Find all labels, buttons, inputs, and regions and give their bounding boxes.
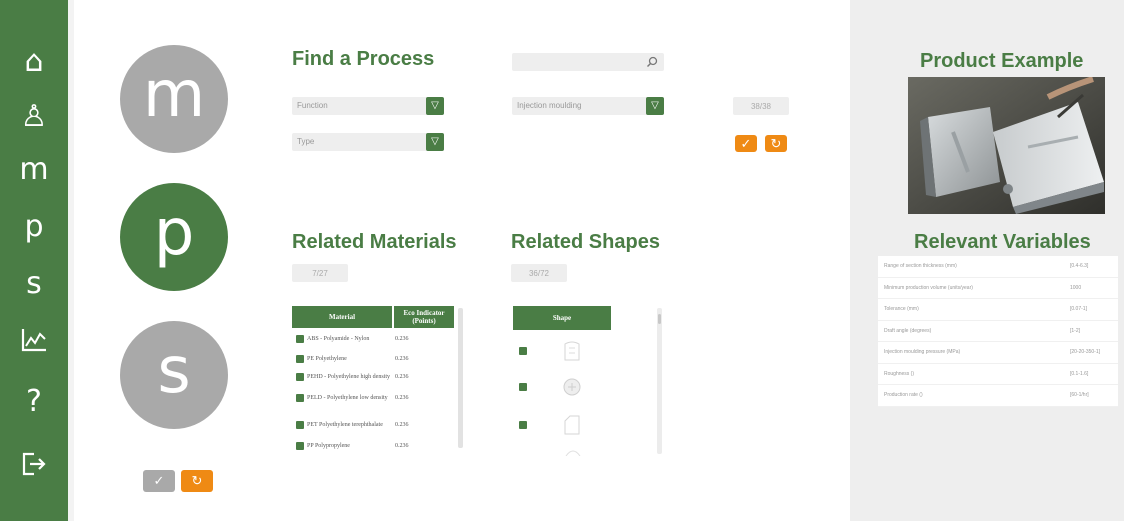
confirm-button[interactable]: ✓ bbox=[735, 135, 757, 152]
type-select-value: Type bbox=[297, 137, 315, 146]
process-select[interactable]: Injection moulding ▽ bbox=[512, 97, 664, 115]
sidebar-item-processes[interactable]: p bbox=[0, 205, 68, 249]
table-row: Injection moulding pressure (MPa) [20-20-… bbox=[878, 342, 1118, 364]
table-row: Range of section thickness (mm) [0.4-6.3] bbox=[878, 256, 1118, 278]
shapes-table: Shape bbox=[511, 306, 671, 458]
product-example-title: Product Example bbox=[920, 50, 1084, 72]
sidebar-edge bbox=[68, 0, 74, 521]
search-icon bbox=[647, 56, 658, 67]
table-row[interactable] bbox=[519, 338, 609, 364]
table-row[interactable] bbox=[519, 374, 609, 400]
related-shapes-title: Related Shapes bbox=[511, 231, 660, 253]
table-row: Minimum production volume (units/year) 10… bbox=[878, 278, 1118, 299]
function-select-value: Function bbox=[297, 101, 328, 110]
checkbox[interactable] bbox=[296, 421, 304, 429]
result-count: 38/38 bbox=[733, 97, 789, 115]
reset-filters-button[interactable]: ↻ bbox=[765, 135, 787, 152]
shapes-count: 36/72 bbox=[511, 264, 567, 282]
table-row bbox=[519, 446, 609, 456]
home-icon[interactable]: ⌂ bbox=[0, 40, 68, 84]
help-icon[interactable]: ? bbox=[0, 380, 68, 424]
materials-scrollbar[interactable] bbox=[458, 308, 463, 448]
find-process-title: Find a Process bbox=[292, 48, 435, 70]
chart-icon[interactable] bbox=[0, 318, 68, 362]
checkbox[interactable] bbox=[519, 347, 527, 355]
sidebar-item-materials[interactable]: m bbox=[0, 148, 68, 192]
chevron-down-icon: ▽ bbox=[426, 133, 444, 151]
materials-mode-button[interactable]: m bbox=[120, 45, 228, 153]
product-example-image bbox=[908, 77, 1105, 214]
sidebar-item-shapes[interactable]: s bbox=[0, 262, 68, 306]
logout-icon[interactable] bbox=[0, 442, 68, 486]
table-row[interactable]: ABS - Polyamide - Nylon 0.236 bbox=[296, 331, 456, 347]
relevant-variables-title: Relevant Variables bbox=[914, 231, 1091, 253]
materials-table: Material Eco Indicator (Points) ABS - Po… bbox=[292, 306, 463, 458]
table-row[interactable]: PP Polypropylene 0.236 bbox=[296, 439, 456, 453]
table-row: Roughness () [0.1-1.6] bbox=[878, 364, 1118, 385]
table-row: Tolerance (mm) [0.07-1] bbox=[878, 299, 1118, 321]
search-input[interactable] bbox=[512, 53, 664, 71]
checkbox[interactable] bbox=[296, 355, 304, 363]
table-row: Production rate () [60-1/hr] bbox=[878, 385, 1118, 407]
chevron-down-icon: ▽ bbox=[426, 97, 444, 115]
shape-thumbnail bbox=[563, 378, 581, 396]
checkbox[interactable] bbox=[296, 394, 304, 402]
chevron-down-icon: ▽ bbox=[646, 97, 664, 115]
checkbox[interactable] bbox=[296, 335, 304, 343]
related-materials-title: Related Materials bbox=[292, 231, 457, 253]
shapes-scrollbar-thumb[interactable] bbox=[658, 314, 661, 324]
table-row[interactable]: PEHD - Polyethylene high density 0.236 bbox=[296, 369, 456, 385]
checkbox[interactable] bbox=[519, 383, 527, 391]
process-select-value: Injection moulding bbox=[517, 101, 582, 110]
materials-count: 7/27 bbox=[292, 264, 348, 282]
confirm-button-disabled[interactable]: ✓ bbox=[143, 470, 175, 492]
shapes-mode-button[interactable]: s bbox=[120, 321, 228, 429]
table-row[interactable]: PET Polyethylene terephthalate 0.236 bbox=[296, 417, 456, 433]
sidebar: ⌂ ♙ m p s ? bbox=[0, 0, 68, 521]
shape-thumbnail bbox=[565, 450, 581, 456]
checkbox[interactable] bbox=[519, 421, 527, 429]
reset-button[interactable]: ↻ bbox=[181, 470, 213, 492]
shape-thumbnail bbox=[564, 415, 580, 435]
table-row[interactable]: PELD - Polyethylene low density 0.236 bbox=[296, 390, 456, 406]
materials-col-header: Material bbox=[292, 306, 392, 328]
type-select[interactable]: Type ▽ bbox=[292, 133, 444, 151]
user-icon[interactable]: ♙ bbox=[0, 95, 68, 139]
shapes-scrollbar[interactable] bbox=[657, 308, 662, 454]
table-row: Draft angle (degrees) [1-2] bbox=[878, 321, 1118, 342]
eco-col-header: Eco Indicator (Points) bbox=[394, 306, 454, 328]
checkbox[interactable] bbox=[296, 442, 304, 450]
table-row[interactable] bbox=[519, 412, 609, 438]
shape-col-header: Shape bbox=[513, 306, 611, 330]
checkbox[interactable] bbox=[296, 373, 304, 381]
variables-table: Range of section thickness (mm) [0.4-6.3]… bbox=[878, 256, 1118, 407]
processes-mode-button[interactable]: p bbox=[120, 183, 228, 291]
function-select[interactable]: Function ▽ bbox=[292, 97, 444, 115]
table-row[interactable]: PE Polyethylene 0.236 bbox=[296, 351, 456, 367]
shape-thumbnail bbox=[564, 341, 580, 361]
